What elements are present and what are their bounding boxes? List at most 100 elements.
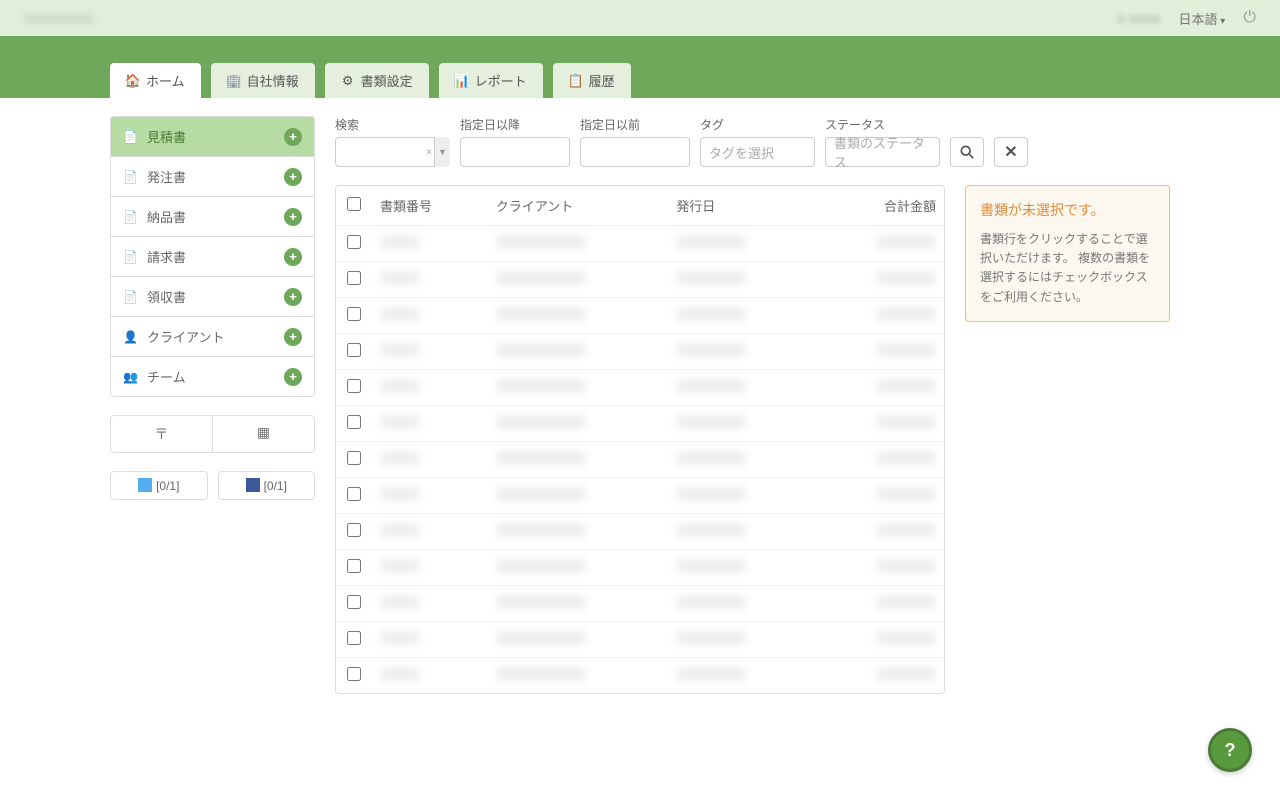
help-fab[interactable]: ? (1208, 728, 1252, 772)
cell-total (876, 595, 936, 609)
sidebar-item-1[interactable]: 📄発注書+ (111, 157, 314, 197)
clear-search-icon[interactable]: × (426, 147, 432, 158)
row-checkbox[interactable] (347, 415, 361, 429)
table-row[interactable] (336, 262, 944, 298)
doc-icon: 📄 (123, 170, 139, 184)
row-checkbox[interactable] (347, 631, 361, 645)
tab-home[interactable]: 🏠 ホーム (110, 63, 201, 98)
user-name: ■ ■■■■ (1118, 11, 1161, 26)
add-icon[interactable]: + (284, 248, 302, 266)
row-checkbox[interactable] (347, 343, 361, 357)
cell-total (876, 667, 936, 681)
search-dropdown-icon[interactable]: ▼ (434, 137, 450, 167)
cell-date (676, 631, 746, 645)
row-checkbox[interactable] (347, 595, 361, 609)
row-checkbox[interactable] (347, 559, 361, 573)
search-input[interactable] (335, 137, 450, 167)
row-checkbox[interactable] (347, 487, 361, 501)
clear-filter-button[interactable]: ✕ (994, 137, 1028, 167)
search-icon (960, 145, 974, 159)
sidebar: 📄見積書+📄発注書+📄納品書+📄請求書+📄領収書+👤クライアント+👥チーム+ 〒… (110, 116, 315, 500)
tab-report[interactable]: 📊 レポート (439, 63, 543, 98)
status-select[interactable]: 書類のステータス (825, 137, 940, 167)
table-row[interactable] (336, 334, 944, 370)
gear-icon: ⚙ (341, 74, 355, 88)
add-icon[interactable]: + (284, 128, 302, 146)
cell-client (496, 271, 586, 285)
row-checkbox[interactable] (347, 379, 361, 393)
twitter-icon (138, 478, 152, 492)
date-to-input[interactable] (580, 137, 690, 167)
logout-icon[interactable]: ⏻ (1243, 9, 1256, 27)
cell-total (876, 559, 936, 573)
language-dropdown[interactable]: 日本語 (1179, 9, 1226, 28)
home-icon: 🏠 (126, 74, 140, 88)
row-checkbox[interactable] (347, 235, 361, 249)
cell-total (876, 307, 936, 321)
tab-label: 履歴 (589, 71, 615, 90)
document-table: 書類番号 クライアント 発行日 合計金額 (335, 185, 945, 694)
doc-icon: 👤 (123, 330, 139, 344)
view-grid-button[interactable]: ▦ (213, 416, 314, 452)
add-icon[interactable]: + (284, 208, 302, 226)
row-checkbox[interactable] (347, 667, 361, 681)
cell-doc-no (380, 595, 420, 609)
history-icon: 📋 (569, 74, 583, 88)
close-icon: ✕ (1004, 142, 1017, 162)
table-row[interactable] (336, 298, 944, 334)
sidebar-item-2[interactable]: 📄納品書+ (111, 197, 314, 237)
tab-company[interactable]: 🏢 自社情報 (211, 63, 315, 98)
view-toggle: 〒 ▦ (110, 415, 315, 453)
cell-client (496, 379, 586, 393)
cell-date (676, 307, 746, 321)
col-issue-date: 発行日 (668, 186, 814, 226)
row-checkbox[interactable] (347, 307, 361, 321)
cell-total (876, 523, 936, 537)
tab-history[interactable]: 📋 履歴 (553, 63, 631, 98)
tab-document-settings[interactable]: ⚙ 書類設定 (325, 63, 429, 98)
table-row[interactable] (336, 514, 944, 550)
sidebar-item-5[interactable]: 👤クライアント+ (111, 317, 314, 357)
select-all-checkbox[interactable] (347, 197, 361, 211)
table-row[interactable] (336, 442, 944, 478)
facebook-share-button[interactable]: [0/1] (218, 471, 316, 500)
add-icon[interactable]: + (284, 168, 302, 186)
sidebar-item-label: チーム (147, 367, 284, 386)
sidebar-item-0[interactable]: 📄見積書+ (111, 117, 314, 157)
table-row[interactable] (336, 622, 944, 658)
table-row[interactable] (336, 550, 944, 586)
tag-select[interactable]: タグを選択 (700, 137, 815, 167)
sidebar-item-label: 請求書 (147, 247, 284, 266)
sidebar-item-6[interactable]: 👥 チーム+ (111, 357, 314, 396)
cell-client (496, 487, 586, 501)
cell-doc-no (380, 667, 420, 681)
search-button[interactable] (950, 137, 984, 167)
cell-total (876, 379, 936, 393)
cell-date (676, 559, 746, 573)
view-list-button[interactable]: 〒 (111, 416, 213, 452)
table-row[interactable] (336, 226, 944, 262)
table-row[interactable] (336, 658, 944, 694)
table-row[interactable] (336, 478, 944, 514)
row-checkbox[interactable] (347, 271, 361, 285)
cell-total (876, 343, 936, 357)
row-checkbox[interactable] (347, 523, 361, 537)
cell-date (676, 235, 746, 249)
col-doc-no: 書類番号 (372, 186, 488, 226)
table-row[interactable] (336, 406, 944, 442)
row-checkbox[interactable] (347, 451, 361, 465)
top-bar: ■■■■■■■■ ■ ■■■■ 日本語 ⏻ (0, 0, 1280, 36)
facebook-icon (246, 478, 260, 492)
sidebar-item-4[interactable]: 📄領収書+ (111, 277, 314, 317)
tag-label: タグ (700, 116, 815, 133)
sidebar-item-3[interactable]: 📄請求書+ (111, 237, 314, 277)
date-from-input[interactable] (460, 137, 570, 167)
table-row[interactable] (336, 586, 944, 622)
add-icon[interactable]: + (284, 288, 302, 306)
table-row[interactable] (336, 370, 944, 406)
add-icon[interactable]: + (284, 368, 302, 386)
add-icon[interactable]: + (284, 328, 302, 346)
cell-doc-no (380, 343, 420, 357)
twitter-share-button[interactable]: [0/1] (110, 471, 208, 500)
doc-icon: 👥 (123, 370, 139, 384)
